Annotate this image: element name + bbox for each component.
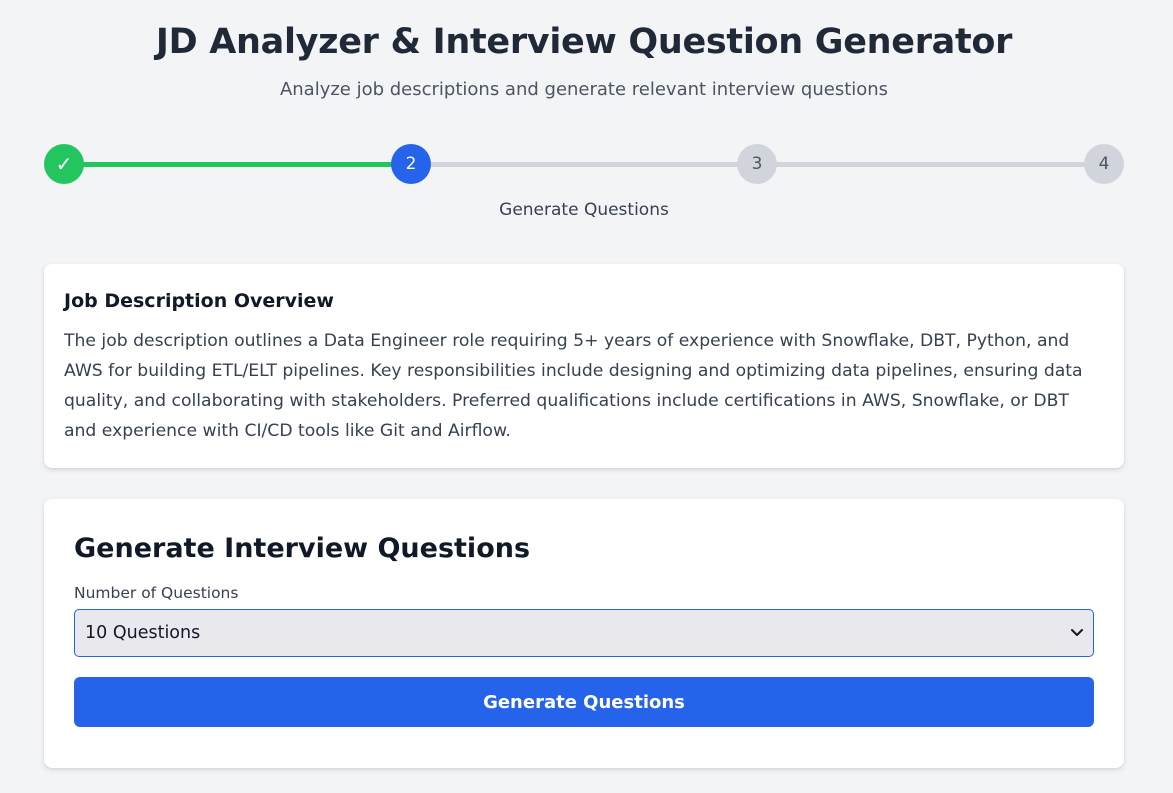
current-step-label: Generate Questions bbox=[499, 200, 669, 220]
overview-body: The job description outlines a Data Engi… bbox=[64, 331, 1083, 441]
app-page: JD Analyzer & Interview Question Generat… bbox=[0, 0, 1173, 793]
generate-title: Generate Interview Questions bbox=[74, 533, 531, 564]
step-2-indicator[interactable]: 2 bbox=[391, 144, 431, 184]
step-number: 4 bbox=[1098, 154, 1110, 174]
stepper-line-pending bbox=[758, 162, 1108, 167]
progress-stepper: ✓ 2 3 4 bbox=[44, 144, 1124, 184]
generate-questions-button[interactable]: Generate Questions bbox=[74, 677, 1094, 727]
step-1-check-icon[interactable]: ✓ bbox=[44, 144, 84, 184]
page-subtitle: Analyze job descriptions and generate re… bbox=[279, 79, 889, 100]
step-number: 3 bbox=[751, 154, 763, 174]
question-count-select[interactable]: 10 Questions bbox=[74, 609, 1094, 657]
job-description-overview-card: Job Description Overview The job descrip… bbox=[44, 264, 1124, 468]
step-3-indicator[interactable]: 3 bbox=[737, 144, 777, 184]
question-count-label: Number of Questions bbox=[74, 584, 239, 602]
step-number: 2 bbox=[405, 154, 417, 174]
page-title: JD Analyzer & Interview Question Generat… bbox=[155, 22, 1013, 62]
step-4-indicator[interactable]: 4 bbox=[1084, 144, 1124, 184]
check-icon: ✓ bbox=[55, 152, 73, 176]
chevron-down-icon bbox=[1071, 629, 1083, 636]
overview-title: Job Description Overview bbox=[64, 290, 334, 312]
question-count-value: 10 Questions bbox=[85, 623, 201, 643]
stepper-line-complete bbox=[64, 162, 432, 167]
generate-questions-card: Generate Interview Questions Number of Q… bbox=[44, 499, 1124, 768]
stepper-line-pending bbox=[412, 162, 762, 167]
